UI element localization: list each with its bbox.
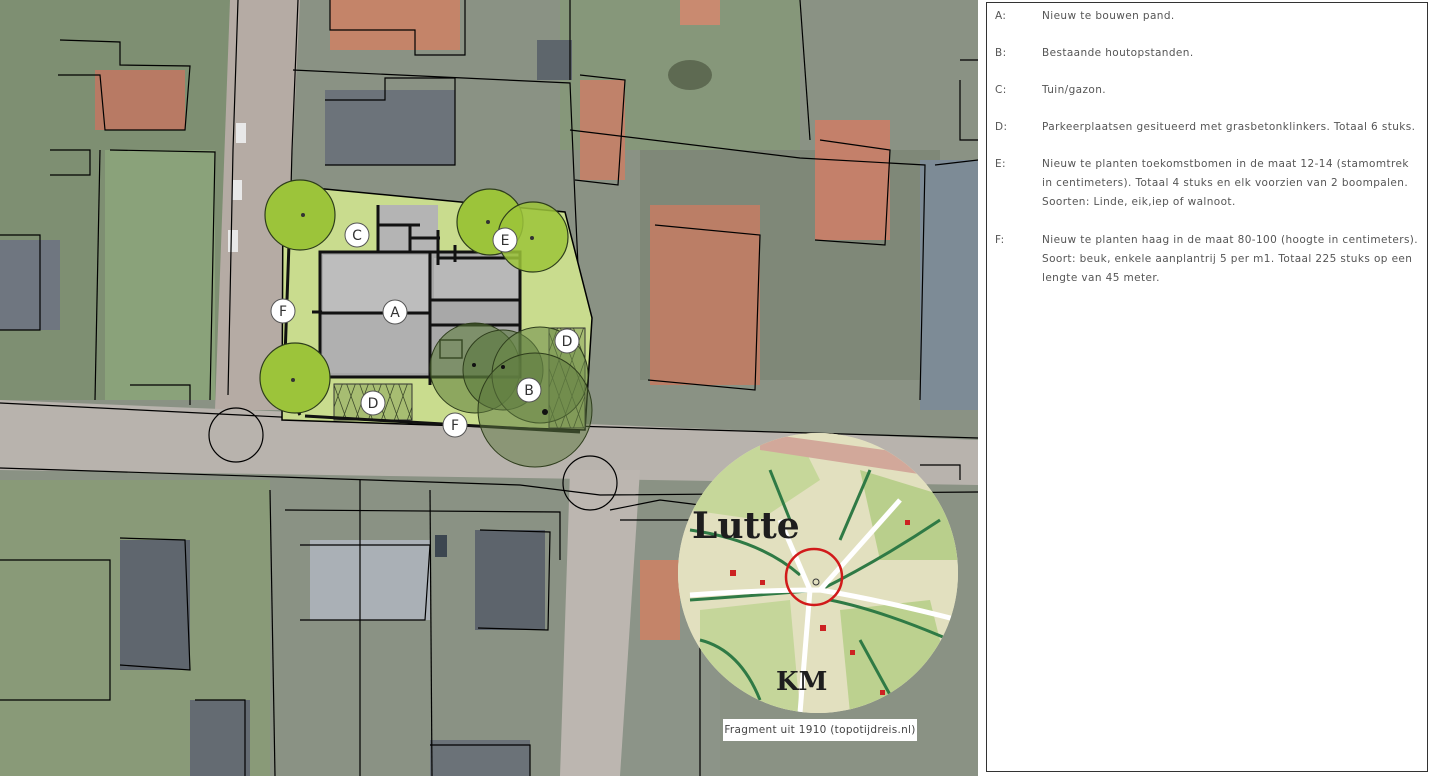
marker-d-south: D bbox=[360, 390, 386, 416]
legend-key: E: bbox=[995, 158, 1006, 170]
marker-d-east: D bbox=[554, 328, 580, 354]
marker-label: D bbox=[368, 396, 379, 412]
legend-description: Nieuw te bouwen pand. bbox=[1042, 10, 1175, 22]
legend-key: B: bbox=[995, 47, 1007, 59]
legend-description: Nieuw te planten toekomstbomen in de maa… bbox=[1042, 158, 1409, 208]
legend-item: F: Nieuw te planten haag in de maat 80-1… bbox=[995, 231, 1419, 287]
legend-description: Bestaande houtopstanden. bbox=[1042, 47, 1194, 59]
legend-item: E: Nieuw te planten toekomstbomen in de … bbox=[995, 155, 1419, 211]
marker-label: D bbox=[562, 334, 573, 350]
legend-item: C: Tuin/gazon. bbox=[995, 81, 1419, 100]
legend-description: Tuin/gazon. bbox=[1042, 84, 1107, 96]
marker-label: A bbox=[390, 305, 400, 321]
marker-c: C bbox=[344, 222, 370, 248]
site-plan-map: A C E F D B D F Lutte KM Fragment uit 19… bbox=[0, 0, 978, 776]
legend-key: F: bbox=[995, 234, 1005, 246]
marker-e: E bbox=[492, 227, 518, 253]
marker-label: E bbox=[501, 233, 510, 249]
legend-description: Parkeerplaatsen gesitueerd met grasbeton… bbox=[1042, 121, 1416, 133]
legend-item: B: Bestaande houtopstanden. bbox=[995, 44, 1419, 63]
marker-label: F bbox=[279, 304, 287, 320]
legend-item: A: Nieuw te bouwen pand. bbox=[995, 7, 1419, 26]
aerial-site-plan: A C E F D B D F Lutte KM bbox=[0, 0, 978, 776]
marker-label: F bbox=[451, 418, 459, 434]
marker-f-south: F bbox=[442, 412, 468, 438]
marker-label: B bbox=[524, 383, 534, 399]
inset-map-label: KM bbox=[776, 667, 827, 697]
legend-item: D: Parkeerplaatsen gesitueerd met grasbe… bbox=[995, 118, 1419, 137]
marker-a: A bbox=[382, 299, 408, 325]
marker-label: C bbox=[352, 228, 362, 244]
legend-panel: A: Nieuw te bouwen pand. B: Bestaande ho… bbox=[986, 2, 1428, 772]
legend-key: A: bbox=[995, 10, 1007, 22]
marker-b: B bbox=[516, 377, 542, 403]
marker-f-west: F bbox=[270, 298, 296, 324]
inset-place-label: Lutte bbox=[692, 505, 800, 547]
legend-description: Nieuw te planten haag in de maat 80-100 … bbox=[1042, 234, 1419, 284]
legend-key: C: bbox=[995, 84, 1007, 96]
legend-key: D: bbox=[995, 121, 1008, 133]
inset-caption: Fragment uit 1910 (topotijdreis.nl) bbox=[723, 719, 917, 741]
historic-inset-map: Lutte KM bbox=[678, 433, 958, 713]
